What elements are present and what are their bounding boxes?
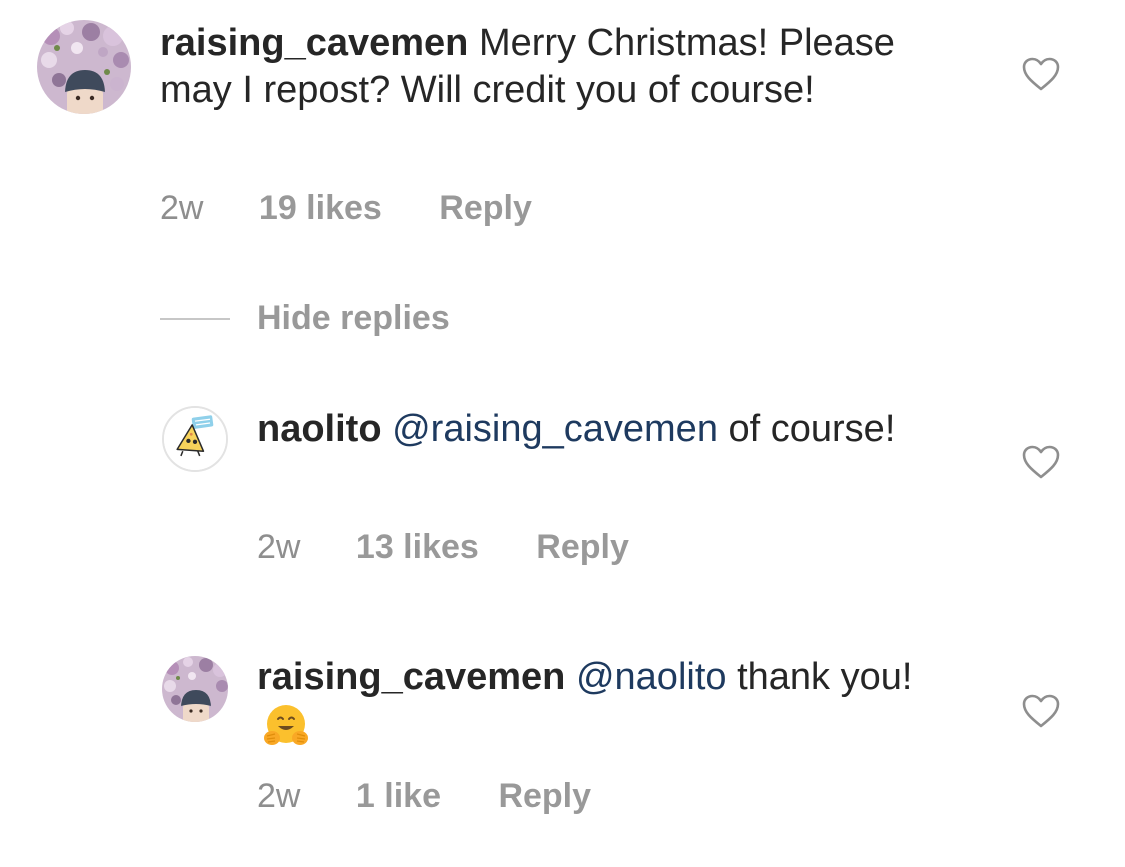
avatar-image bbox=[164, 408, 226, 470]
comment-body: of course! bbox=[717, 408, 896, 450]
avatar[interactable] bbox=[162, 656, 228, 722]
comment-likes[interactable]: 13 likes bbox=[356, 527, 479, 567]
heart-outline-icon[interactable] bbox=[1021, 56, 1061, 92]
comment-body: thank you! bbox=[726, 656, 913, 698]
comment-meta: 2w 19 likes Reply bbox=[160, 188, 532, 228]
comment-username[interactable]: naolito bbox=[257, 408, 382, 450]
comment-time: 2w bbox=[160, 189, 204, 227]
comment-time: 2w bbox=[257, 528, 301, 566]
avatar[interactable] bbox=[162, 406, 228, 472]
hugging-face-emoji-icon bbox=[261, 701, 311, 751]
avatar[interactable] bbox=[37, 20, 131, 114]
comment-meta: 2w 13 likes Reply bbox=[257, 527, 629, 567]
comment-mention[interactable]: @naolito bbox=[576, 656, 727, 698]
reply-button[interactable]: Reply bbox=[498, 776, 591, 816]
comment-mention[interactable]: @raising_cavemen bbox=[392, 408, 718, 450]
avatar-image bbox=[37, 20, 131, 114]
comment-username[interactable]: raising_cavemen bbox=[160, 22, 468, 64]
comment-likes[interactable]: 1 like bbox=[356, 776, 441, 816]
comment-text: naolito @raising_cavemen of course! bbox=[257, 406, 937, 453]
comment-time: 2w bbox=[257, 777, 301, 815]
reply-button[interactable]: Reply bbox=[439, 188, 532, 228]
comment-username[interactable]: raising_cavemen bbox=[257, 656, 565, 698]
hide-replies-label[interactable]: Hide replies bbox=[257, 296, 450, 340]
heart-outline-icon[interactable] bbox=[1021, 444, 1061, 480]
comment-text: raising_cavemen Merry Christmas! Please … bbox=[160, 20, 940, 114]
comment-meta: 2w 1 like Reply bbox=[257, 776, 591, 816]
comment-likes[interactable]: 19 likes bbox=[259, 188, 382, 228]
avatar-image bbox=[162, 656, 228, 722]
comment-text: raising_cavemen @naolito thank you! bbox=[257, 654, 937, 751]
heart-outline-icon[interactable] bbox=[1021, 693, 1061, 729]
divider-line bbox=[160, 318, 230, 320]
reply-button[interactable]: Reply bbox=[536, 527, 629, 567]
